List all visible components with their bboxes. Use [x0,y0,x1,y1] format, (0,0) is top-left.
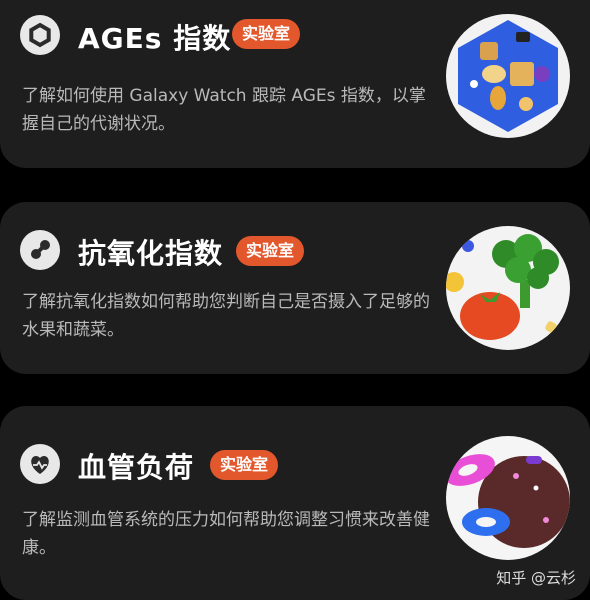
card-title: 血管负荷 [78,451,195,484]
watermark: 知乎 @云杉 [496,569,576,587]
vessel-illustration [446,436,570,560]
lab-badge: 实验室 [236,236,305,266]
lab-badge: 实验室 [232,19,301,49]
antioxidant-icon [20,230,60,270]
ages-card[interactable]: AGEs 指数 实验室 了解如何使用 Galaxy Watch 跟踪 AGEs … [0,0,590,168]
card-title: 抗氧化指数 [78,237,224,270]
card-description: 了解监测血管系统的压力如何帮助您调整习惯来改善健康。 [22,510,430,558]
vascular-load-card[interactable]: 血管负荷 实验室 了解监测血管系统的压力如何帮助您调整习惯来改善健康。 知乎 @… [0,406,590,600]
antioxidant-card[interactable]: 抗氧化指数 实验室 了解抗氧化指数如何帮助您判断自己是否摄入了足够的水果和蔬菜。 [0,202,590,374]
hexagon-icon [20,15,60,55]
card-title: AGEs 指数 [78,22,232,55]
card-description: 了解如何使用 Galaxy Watch 跟踪 AGEs 指数，以掌握自己的代谢状… [22,86,426,134]
heart-icon [20,444,60,484]
vegetables-illustration [446,226,570,350]
lab-badge: 实验室 [210,450,279,480]
ages-illustration [446,14,570,138]
card-description: 了解抗氧化指数如何帮助您判断自己是否摄入了足够的水果和蔬菜。 [22,292,430,340]
